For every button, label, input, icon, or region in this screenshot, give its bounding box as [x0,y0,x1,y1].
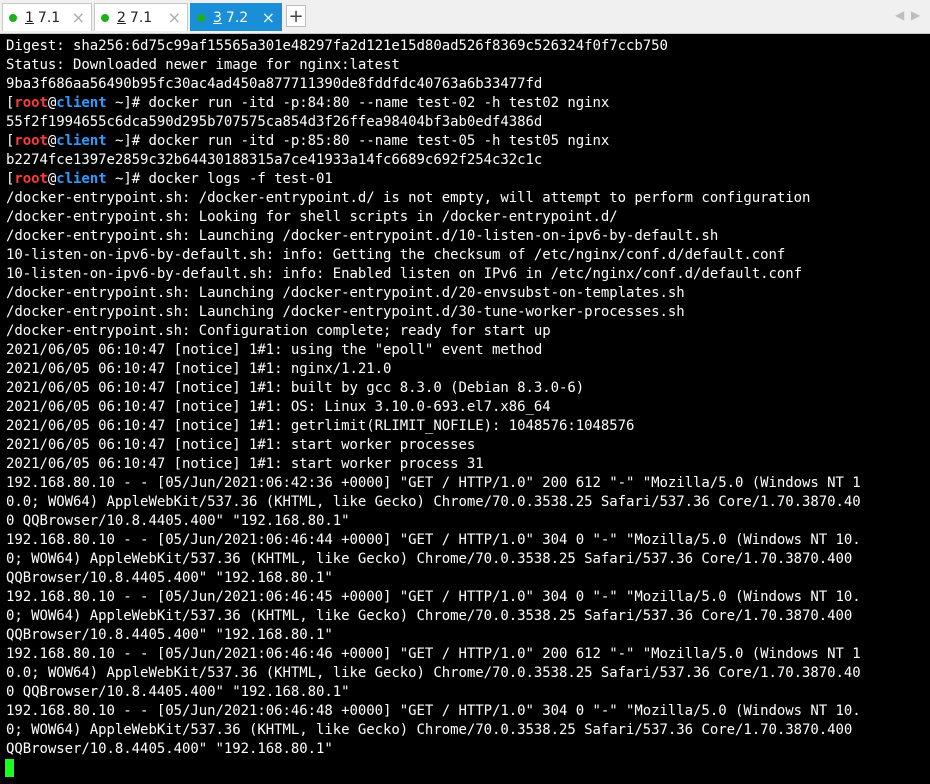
output-line: 0 QQBrowser/10.8.4405.400" "192.168.80.1… [6,513,350,529]
output-line: 192.168.80.10 - - [05/Jun/2021:06:46:46 … [6,646,861,662]
output-line: 192.168.80.10 - - [05/Jun/2021:06:46:45 … [6,589,861,605]
close-tab-icon[interactable]: × [262,8,275,27]
output-line: 10-listen-on-ipv6-by-default.sh: info: G… [6,247,786,263]
output-line: 0; WOW64) AppleWebKit/537.36 (KHTML, lik… [6,722,853,738]
output-line: 2021/06/05 06:10:47 [notice] 1#1: start … [6,456,484,472]
output-line: 0; WOW64) AppleWebKit/537.36 (KHTML, lik… [6,608,853,624]
tab-number: 1 [25,9,34,26]
prompt-host: client [56,95,107,111]
output-line: /docker-entrypoint.sh: Launching /docker… [6,285,685,301]
prompt-host: client [56,133,107,149]
output-line: 192.168.80.10 - - [05/Jun/2021:06:42:36 … [6,475,861,491]
output-line: 2021/06/05 06:10:47 [notice] 1#1: OS: Li… [6,399,551,415]
prompt-line: [root@client ~]# docker run -itd -p:85:8… [6,132,609,151]
output-line: 2021/06/05 06:10:47 [notice] 1#1: start … [6,437,476,453]
output-line: /docker-entrypoint.sh: Configuration com… [6,323,551,339]
tab-label: 7.1 [129,9,153,26]
prompt-user: root [14,133,48,149]
output-line: b2274fce1397e2859c32b64430188315a7ce4193… [6,152,543,168]
tab-session-2[interactable]: 2 7.1 × [94,3,188,31]
output-line: /docker-entrypoint.sh: /docker-entrypoin… [6,190,811,206]
output-line: 0; WOW64) AppleWebKit/537.36 (KHTML, lik… [6,551,853,567]
tab-session-3[interactable]: 3 7.2 × [190,3,282,31]
output-line: QQBrowser/10.8.4405.400" "192.168.80.1" [6,627,333,643]
prompt-user: root [14,171,48,187]
prompt-dir: ~]# [106,95,141,111]
output-line: 0.0; WOW64) AppleWebKit/537.36 (KHTML, l… [6,494,861,510]
new-tab-button[interactable]: + [286,5,306,27]
command-text: docker logs -f test-01 [140,171,333,187]
output-line: QQBrowser/10.8.4405.400" "192.168.80.1" [6,741,333,757]
tab-bar: 1 7.1 × 2 7.1 × 3 7.2 × + ◀ ▶ [0,0,930,34]
tab-label: 7.2 [225,9,249,26]
output-line: 9ba3f686aa56490b95fc30ac4ad450a877711390… [6,76,543,92]
command-text: docker run -itd -p:84:80 --name test-02 … [140,95,610,111]
output-line: 10-listen-on-ipv6-by-default.sh: info: E… [6,266,802,282]
output-line: 2021/06/05 06:10:47 [notice] 1#1: built … [6,380,585,396]
output-line: 2021/06/05 06:10:47 [notice] 1#1: using … [6,342,543,358]
close-tab-icon[interactable]: × [168,8,181,27]
prompt-user: root [14,95,48,111]
command-text: docker run -itd -p:85:80 --name test-05 … [140,133,610,149]
output-line: QQBrowser/10.8.4405.400" "192.168.80.1" [6,570,333,586]
tab-label: 7.1 [37,9,61,26]
connected-status-icon [101,13,109,22]
output-line: 55f2f1994655c6dca590d295b707575ca854d3f2… [6,114,543,130]
tab-number: 3 [213,9,222,26]
output-line: 2021/06/05 06:10:47 [notice] 1#1: getrli… [6,418,635,434]
output-line: 2021/06/05 06:10:47 [notice] 1#1: nginx/… [6,361,392,377]
prompt-dir: ~]# [106,171,141,187]
terminal-output[interactable]: Digest: sha256:6d75c99af15565a301e48297f… [0,34,930,784]
connected-status-icon [9,13,17,22]
output-line: 0 QQBrowser/10.8.4405.400" "192.168.80.1… [6,684,350,700]
tab-session-1[interactable]: 1 7.1 × [2,3,92,31]
close-tab-icon[interactable]: × [72,8,85,27]
prompt-line: [root@client ~]# docker logs -f test-01 [6,170,333,189]
output-line: /docker-entrypoint.sh: Looking for shell… [6,209,618,225]
prompt-dir: ~]# [106,133,141,149]
tab-number: 2 [117,9,126,26]
output-line: 192.168.80.10 - - [05/Jun/2021:06:46:44 … [6,532,861,548]
output-line: /docker-entrypoint.sh: Launching /docker… [6,304,685,320]
output-line: 192.168.80.10 - - [05/Jun/2021:06:46:48 … [6,703,861,719]
output-line: Digest: sha256:6d75c99af15565a301e48297f… [6,38,668,54]
prompt-host: client [56,171,107,187]
connected-status-icon [197,13,205,22]
terminal-cursor [5,759,14,777]
output-line: /docker-entrypoint.sh: Launching /docker… [6,228,719,244]
scroll-tabs-left-icon[interactable]: ◀ [895,8,904,22]
prompt-line: [root@client ~]# docker run -itd -p:84:8… [6,94,609,113]
output-line: Status: Downloaded newer image for nginx… [6,57,400,73]
output-line: 0.0; WOW64) AppleWebKit/537.36 (KHTML, l… [6,665,861,681]
scroll-tabs-right-icon[interactable]: ▶ [911,8,920,22]
